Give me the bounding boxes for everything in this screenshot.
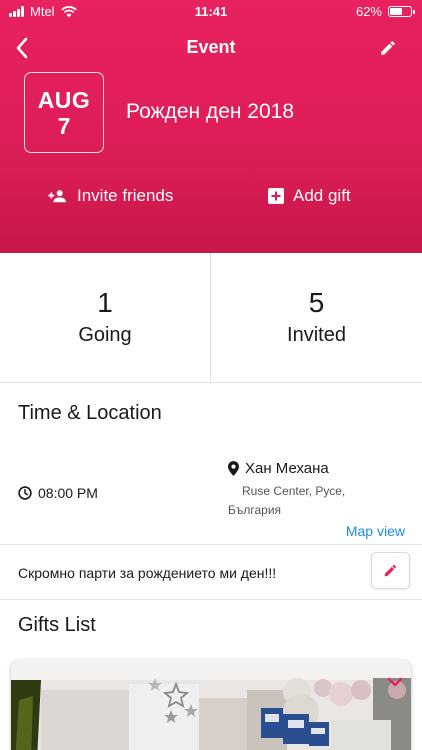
gifts-list-title: Gifts List bbox=[18, 614, 96, 636]
invited-stat[interactable]: 5 Invited bbox=[211, 253, 422, 383]
pencil-icon bbox=[381, 41, 395, 55]
map-pin-icon bbox=[228, 461, 239, 476]
add-gift-button[interactable]: Add gift bbox=[268, 186, 351, 206]
event-time-value: 08:00 PM bbox=[38, 485, 98, 501]
going-stat[interactable]: 1 Going bbox=[0, 253, 211, 383]
add-box-icon bbox=[268, 188, 284, 204]
event-date-badge: AUG 7 bbox=[24, 72, 104, 153]
status-bar: Mtel 11:41 62% bbox=[0, 0, 422, 24]
time-location-title: Time & Location bbox=[18, 402, 162, 424]
invited-count: 5 bbox=[308, 287, 325, 318]
add-gift-label: Add gift bbox=[293, 186, 351, 205]
chevron-down-icon[interactable] bbox=[387, 676, 403, 688]
event-header: Mtel 11:41 62% Event AUG 7 Рожден ден 20… bbox=[0, 0, 422, 253]
divider bbox=[0, 599, 422, 600]
gift-photo bbox=[11, 660, 411, 750]
page-title: Event bbox=[186, 37, 236, 57]
invite-friends-button[interactable]: Invite friends bbox=[48, 186, 173, 206]
map-view-link[interactable]: Map view bbox=[346, 523, 405, 539]
battery-level-fill bbox=[390, 8, 403, 15]
event-month: AUG bbox=[37, 86, 91, 113]
going-count: 1 bbox=[97, 287, 113, 318]
going-label: Going bbox=[78, 324, 132, 346]
event-name: Рожден ден 2018 bbox=[126, 100, 295, 123]
event-day: 7 bbox=[57, 112, 71, 139]
attendance-stats: 1 Going 5 Invited bbox=[0, 253, 422, 383]
event-description: Скромно парти за рождението ми ден!!! bbox=[18, 565, 277, 581]
divider bbox=[0, 544, 422, 545]
nav-bar: Event bbox=[0, 30, 422, 66]
clock-icon bbox=[18, 486, 32, 500]
edit-description-button[interactable] bbox=[371, 552, 410, 589]
edit-event-button[interactable] bbox=[376, 36, 400, 60]
invited-label: Invited bbox=[287, 324, 346, 346]
location-name-label: Хан Механа bbox=[245, 460, 329, 477]
location-address-line2: България bbox=[228, 503, 282, 517]
invite-friends-label: Invite friends bbox=[77, 186, 174, 205]
location-address-line1: Ruse Center, Русе, bbox=[242, 484, 346, 498]
event-time: 08:00 PM bbox=[18, 485, 98, 501]
gift-card[interactable] bbox=[11, 660, 411, 750]
battery-icon bbox=[388, 6, 415, 17]
add-people-icon bbox=[48, 190, 66, 203]
pencil-icon bbox=[384, 564, 397, 577]
location-name: Хан Механа bbox=[228, 460, 329, 477]
battery-percent: 62% bbox=[355, 4, 382, 19]
